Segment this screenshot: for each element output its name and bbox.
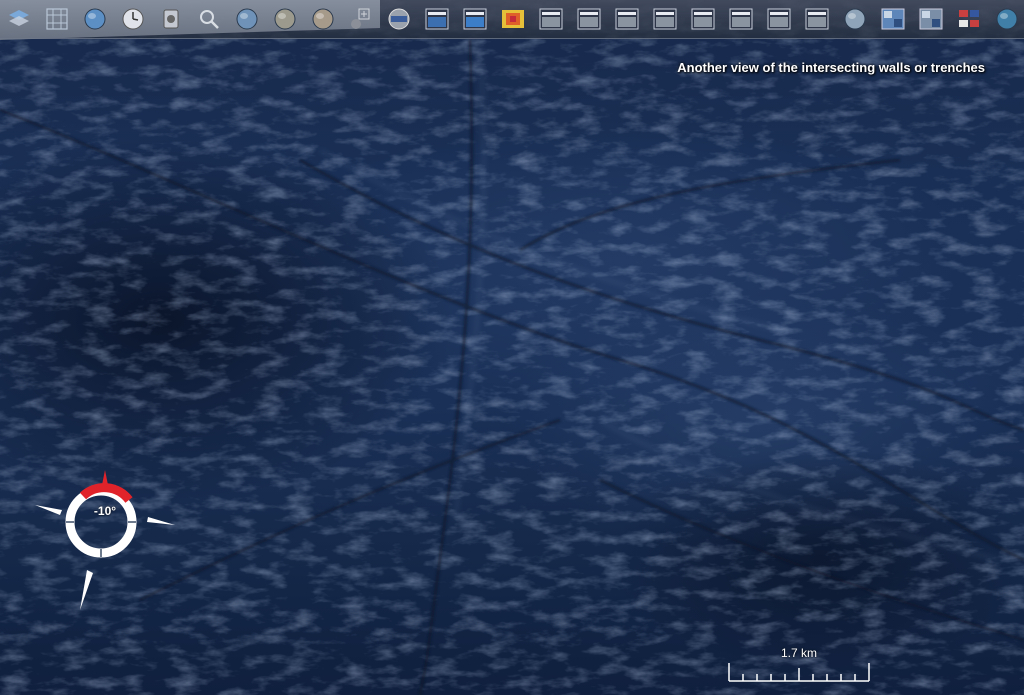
satellite-image-icon [881, 8, 905, 30]
heatmap-layer-icon [502, 10, 525, 28]
search-button[interactable] [197, 7, 221, 31]
globe-grid-button[interactable] [83, 7, 107, 31]
map-layer-6-button[interactable] [729, 7, 753, 31]
map-layer-2-button[interactable] [577, 7, 601, 31]
mmis-layer-icon [463, 8, 487, 30]
moon-icon [274, 8, 296, 30]
layer-manager-button[interactable] [7, 7, 31, 31]
add-placemark-button[interactable] [349, 7, 373, 31]
compass-rose-icon[interactable] [30, 465, 180, 615]
map-layer-3-icon [615, 8, 639, 30]
toolbar [0, 0, 1024, 40]
clock-icon [122, 8, 144, 30]
photo-collage-icon [919, 8, 943, 30]
image-layer-icon [425, 8, 449, 30]
ocean-map-icon [996, 8, 1018, 30]
map-layer-1-button[interactable] [539, 7, 563, 31]
map-viewport[interactable]: Another view of the intersecting walls o… [0, 0, 1024, 695]
map-layer-1-icon [539, 8, 563, 30]
photo-collage-button[interactable] [919, 7, 943, 31]
map-layer-3-button[interactable] [615, 7, 639, 31]
map-layer-2-icon [577, 8, 601, 30]
flags-icon [958, 10, 979, 27]
graticule-icon [46, 8, 68, 30]
clock-button[interactable] [121, 7, 145, 31]
camera-icon [163, 9, 179, 29]
map-layer-5-icon [691, 8, 715, 30]
tilt-label: -10° [93, 504, 117, 518]
map-layer-7-button[interactable] [767, 7, 791, 31]
camera-button[interactable] [159, 7, 183, 31]
compass-control[interactable]: -10° [30, 465, 180, 615]
map-caption: Another view of the intersecting walls o… [677, 60, 985, 75]
map-layer-8-icon [805, 8, 829, 30]
scale-label: 1.7 km [780, 646, 817, 660]
heatmap-layer-button[interactable] [501, 7, 525, 31]
search-icon [200, 10, 220, 29]
mars-icon [312, 8, 334, 30]
map-layer-7-icon [767, 8, 791, 30]
map-layer-6-icon [729, 8, 753, 30]
earth-button[interactable] [235, 7, 259, 31]
earth-icon [236, 8, 258, 30]
satellite-image-button[interactable] [881, 7, 905, 31]
mars-button[interactable] [311, 7, 335, 31]
image-layer-button[interactable] [425, 7, 449, 31]
map-layer-4-icon [653, 8, 677, 30]
globe-grid-icon [84, 8, 106, 30]
flags-button[interactable] [957, 7, 981, 31]
moon-button[interactable] [273, 7, 297, 31]
map-layer-4-button[interactable] [653, 7, 677, 31]
jupiter-moon-button[interactable] [843, 7, 867, 31]
add-placemark-icon [351, 8, 370, 29]
map-layer-5-button[interactable] [691, 7, 715, 31]
layer-manager-icon [9, 10, 30, 26]
compass-rose-icon [388, 8, 410, 30]
jupiter-moon-icon [844, 8, 866, 30]
scale-bar: 1.7 km [726, 644, 872, 686]
compass-rose-button[interactable] [387, 7, 411, 31]
ocean-map-button[interactable] [995, 7, 1019, 31]
map-layer-8-button[interactable] [805, 7, 829, 31]
mmis-layer-button[interactable] [463, 7, 487, 31]
graticule-button[interactable] [45, 7, 69, 31]
